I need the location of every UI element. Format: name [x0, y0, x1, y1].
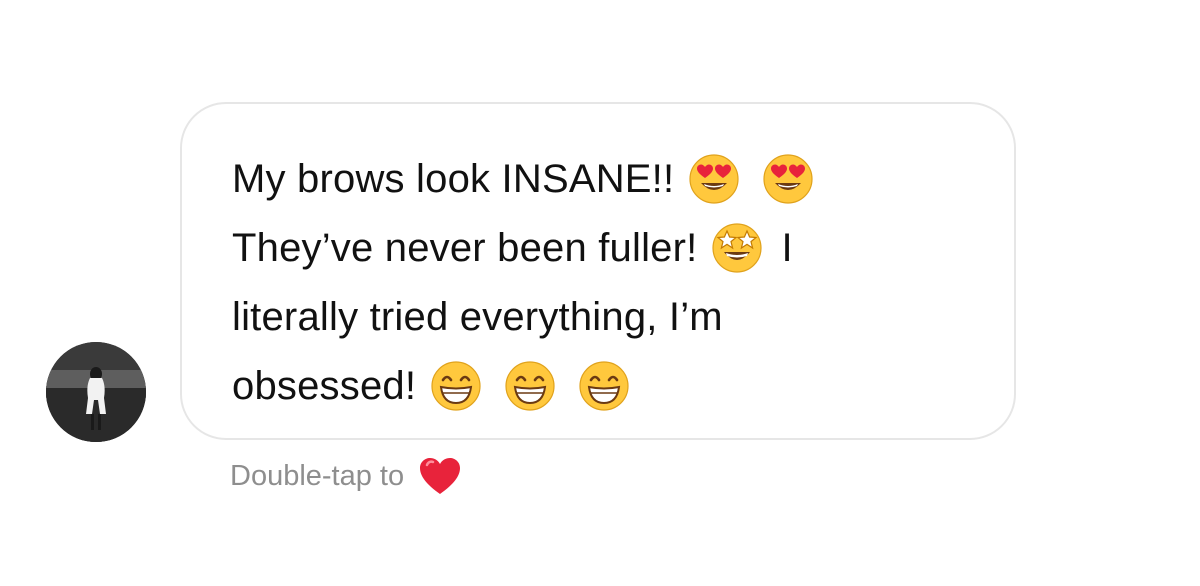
- message-line: obsessed!: [232, 351, 974, 420]
- double-tap-hint: Double-tap to: [230, 456, 462, 496]
- hint-label: Double-tap to: [230, 459, 405, 492]
- message-line-tail: I: [781, 225, 793, 270]
- star-struck-emoji: [711, 222, 763, 274]
- red-heart-icon[interactable]: [418, 456, 462, 496]
- message-line-text: My brows look INSANE!!: [232, 156, 675, 201]
- avatar[interactable]: [46, 342, 146, 442]
- message-line: My brows look INSANE!!: [232, 144, 974, 213]
- message-line-text: obsessed!: [232, 363, 417, 408]
- message-bubble[interactable]: My brows look INSANE!! They’ve never been…: [180, 102, 1016, 440]
- message-line-text: literally tried everything, I’m: [232, 294, 723, 339]
- message-text: My brows look INSANE!! They’ve never been…: [232, 144, 974, 420]
- heart-eyes-emoji: [762, 153, 814, 205]
- message-line-text: They’ve never been fuller!: [232, 225, 698, 270]
- heart-eyes-emoji: [688, 153, 740, 205]
- message-line: They’ve never been fuller! I: [232, 213, 974, 282]
- grinning-emoji: [504, 360, 556, 412]
- profile-photo-icon: [46, 342, 146, 442]
- grinning-emoji: [578, 360, 630, 412]
- message-line: literally tried everything, I’m: [232, 282, 974, 351]
- grinning-emoji: [430, 360, 482, 412]
